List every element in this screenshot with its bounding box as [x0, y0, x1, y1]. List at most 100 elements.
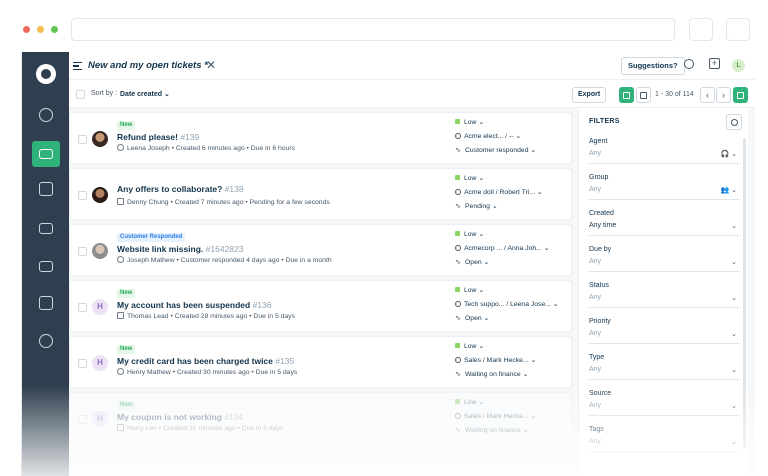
contacts-icon[interactable]: [22, 173, 69, 205]
filter-value[interactable]: Any: [589, 258, 739, 272]
search-icon[interactable]: [683, 58, 697, 72]
ticket-subject-text[interactable]: My account has been suspended: [117, 300, 250, 310]
tickets-icon[interactable]: [32, 141, 60, 167]
ticket-card[interactable]: H New My credit card has been charged tw…: [69, 336, 572, 388]
page-title[interactable]: New and my open tickets *: [88, 60, 208, 71]
priority-dropdown[interactable]: Low ⌄: [455, 230, 484, 238]
select-all-checkbox[interactable]: [76, 90, 85, 99]
status-dropdown[interactable]: ∿ Waiting on finance ⌄: [455, 426, 528, 434]
ticket-subject-text[interactable]: Any offers to collaborate?: [117, 184, 222, 194]
filters-toggle[interactable]: [733, 87, 748, 103]
filter-source[interactable]: Source Any ⌄: [589, 390, 739, 420]
ticket-card[interactable]: New Refund please! #139 Leena Joseph • C…: [69, 112, 572, 164]
filter-tags[interactable]: Tags Any ⌄: [589, 426, 739, 456]
filter-group[interactable]: Group Any 👥 ⌄: [589, 174, 739, 204]
filter-value[interactable]: Any: [589, 366, 739, 380]
ticket-subject-text[interactable]: Website link missing.: [117, 244, 203, 254]
filter-value[interactable]: Any: [589, 186, 739, 200]
close-window-dot[interactable]: [23, 26, 30, 33]
dashboard-icon[interactable]: [22, 99, 69, 131]
ticket-subject[interactable]: My account has been suspended #136: [117, 300, 272, 310]
ticket-subject[interactable]: My coupon is not working #134: [117, 412, 243, 422]
assignee-dropdown[interactable]: Acme elect... / -- ⌄: [455, 132, 521, 140]
filter-created[interactable]: Created Any time ⌄: [589, 210, 739, 240]
assignee-dropdown[interactable]: Sales / Mark Hecke... ⌄: [455, 412, 536, 420]
filter-value[interactable]: Any: [589, 402, 739, 416]
chevron-down-icon[interactable]: ⌄: [731, 330, 737, 338]
ticket-subject-text[interactable]: My credit card has been charged twice: [117, 356, 273, 366]
settings-icon[interactable]: [22, 325, 69, 357]
chevron-down-icon[interactable]: ⌄: [731, 294, 737, 302]
filter-status[interactable]: Status Any ⌄: [589, 282, 739, 312]
new-ticket-icon[interactable]: +: [709, 58, 723, 72]
ticket-card[interactable]: Customer Responded Website link missing.…: [69, 224, 572, 276]
next-page-button[interactable]: ›: [716, 87, 731, 103]
priority-dropdown[interactable]: Low ⌄: [455, 398, 484, 406]
suggestions-button[interactable]: Suggestions?: [621, 57, 685, 75]
close-icon[interactable]: ✕: [206, 58, 216, 72]
forums-icon[interactable]: [22, 250, 69, 282]
ticket-card[interactable]: Any offers to collaborate? #138 Denny Ch…: [69, 168, 572, 220]
status-dropdown[interactable]: ∿ Waiting on finance ⌄: [455, 370, 528, 378]
reports-icon[interactable]: [22, 287, 69, 319]
priority-dropdown[interactable]: Low ⌄: [455, 174, 484, 182]
assignee-dropdown[interactable]: Sales / Mark Hecke... ⌄: [455, 356, 536, 364]
filter-type[interactable]: Type Any ⌄: [589, 354, 739, 384]
filter-value[interactable]: Any: [589, 438, 739, 452]
address-bar[interactable]: [71, 18, 675, 41]
table-view-toggle[interactable]: [636, 87, 651, 103]
ticket-checkbox[interactable]: [78, 247, 87, 256]
card-view-toggle[interactable]: [619, 87, 634, 103]
status-dropdown[interactable]: ∿ Open ⌄: [455, 258, 489, 266]
ticket-checkbox[interactable]: [78, 303, 87, 312]
filter-search-button[interactable]: [726, 114, 742, 130]
assignee-dropdown[interactable]: Acme doll / Robert Tri... ⌄: [455, 188, 543, 196]
chevron-down-icon[interactable]: 👥 ⌄: [720, 186, 737, 194]
ticket-subject[interactable]: Website link missing. #1642823: [117, 244, 244, 254]
status-dropdown[interactable]: ∿ Open ⌄: [455, 314, 489, 322]
chevron-down-icon[interactable]: ⌄: [731, 258, 737, 266]
ticket-subject[interactable]: Refund please! #139: [117, 132, 199, 142]
browser-button[interactable]: [689, 18, 713, 41]
filters-scrollbar[interactable]: [743, 138, 746, 448]
chevron-down-icon[interactable]: ⌄: [731, 222, 737, 230]
ticket-subject-text[interactable]: Refund please!: [117, 132, 178, 142]
status-dropdown[interactable]: ∿ Pending ⌄: [455, 202, 498, 210]
chevron-down-icon[interactable]: ⌄: [731, 402, 737, 410]
menu-icon[interactable]: [73, 62, 82, 70]
filter-value[interactable]: Any: [589, 294, 739, 308]
ticket-subject-text[interactable]: My coupon is not working: [117, 412, 222, 422]
filter-agent[interactable]: Agent Any 🎧 ⌄: [589, 138, 739, 168]
ticket-checkbox[interactable]: [78, 135, 87, 144]
assignee-dropdown[interactable]: Tech suppo... / Leena Jose... ⌄: [455, 300, 559, 308]
chevron-down-icon[interactable]: ⌄: [731, 366, 737, 374]
assignee-dropdown[interactable]: Acmecorp ... / Anna Joh... ⌄: [455, 244, 549, 252]
chevron-down-icon[interactable]: 🎧 ⌄: [720, 150, 737, 158]
ticket-checkbox[interactable]: [78, 415, 87, 424]
ticket-checkbox[interactable]: [78, 359, 87, 368]
ticket-subject[interactable]: Any offers to collaborate? #138: [117, 184, 244, 194]
priority-dropdown[interactable]: Low ⌄: [455, 118, 484, 126]
solutions-icon[interactable]: [22, 212, 69, 244]
filter-due-by[interactable]: Due by Any ⌄: [589, 246, 739, 276]
browser-button[interactable]: [726, 18, 750, 41]
avatar[interactable]: L: [732, 59, 745, 72]
logo-icon[interactable]: [36, 64, 56, 84]
ticket-card[interactable]: H New My account has been suspended #136…: [69, 280, 572, 332]
filter-value[interactable]: Any time: [589, 222, 739, 236]
maximize-window-dot[interactable]: [51, 26, 58, 33]
priority-dropdown[interactable]: Low ⌄: [455, 286, 484, 294]
filter-value[interactable]: Any: [589, 150, 739, 164]
priority-dropdown[interactable]: Low ⌄: [455, 342, 484, 350]
export-button[interactable]: Export: [572, 87, 607, 103]
sort-dropdown[interactable]: Date created ⌄: [120, 90, 170, 98]
chevron-down-icon[interactable]: ⌄: [731, 438, 737, 446]
filter-value[interactable]: Any: [589, 330, 739, 344]
ticket-subject[interactable]: My credit card has been charged twice #1…: [117, 356, 294, 366]
status-dropdown[interactable]: ∿ Customer responded ⌄: [455, 146, 536, 154]
ticket-checkbox[interactable]: [78, 191, 87, 200]
ticket-card[interactable]: H New My coupon is not working #134 Harr…: [69, 392, 572, 444]
minimize-window-dot[interactable]: [37, 26, 44, 33]
prev-page-button[interactable]: ‹: [700, 87, 715, 103]
filter-priority[interactable]: Priority Any ⌄: [589, 318, 739, 348]
